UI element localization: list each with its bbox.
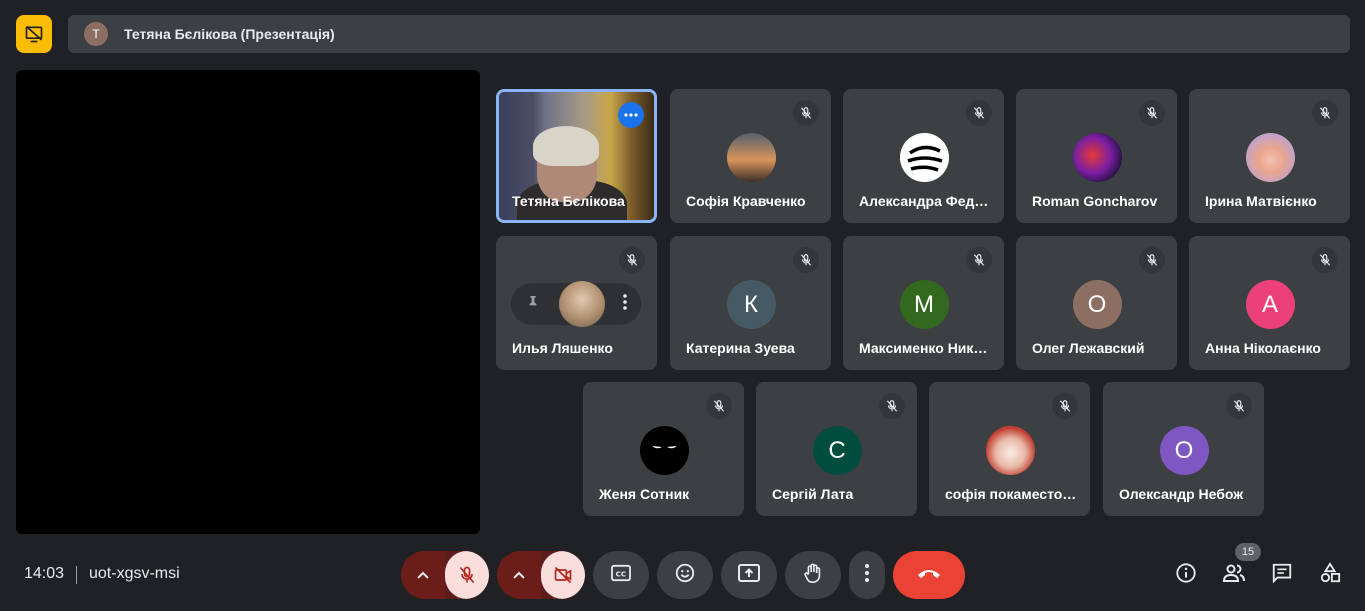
avatar [899,133,949,182]
emoji-reaction-button[interactable] [657,551,713,599]
avatar [985,426,1035,475]
avatar: О [1159,426,1209,475]
avatar: К [726,280,776,329]
participant-name: Женя Сотник [599,486,690,502]
activities-button[interactable] [1317,561,1343,589]
activities-icon [1319,561,1341,589]
present-screen-button[interactable] [721,551,777,599]
participant-name: Анна Ніколаєнко [1205,340,1321,356]
raise-hand-button[interactable] [785,551,841,599]
meeting-info-button[interactable] [1173,562,1199,588]
avatar: М [899,280,949,329]
participant-name: Ірина Матвієнко [1205,193,1317,209]
meeting-time: 14:03 [24,565,65,582]
avatar: T [84,22,108,46]
participant-name: Александра Фед… [859,193,989,209]
mic-off-icon [1052,393,1078,419]
camera-control [497,551,585,599]
mic-off-icon [966,100,992,126]
participant-tile[interactable]: Софія Кравченко [670,89,831,223]
participant-tile[interactable]: К Катерина Зуева [670,236,831,370]
mic-off-icon [1226,393,1252,419]
more-options-button[interactable] [849,551,885,599]
presenter-banner: T Тетяна Бєлікова (Презентація) [68,15,1350,53]
avatar: А [1245,280,1295,329]
mic-off-icon [706,393,732,419]
participant-tile[interactable]: Тетяна Бєлікова [496,89,657,223]
meet-window: T Тетяна Бєлікова (Презентація) Тетяна Б… [0,0,1365,611]
audio-options-button[interactable] [401,551,445,599]
participant-tile[interactable]: А Анна Ніколаєнко [1189,236,1350,370]
participant-name: Roman Goncharov [1032,193,1158,209]
mic-off-icon [1312,100,1338,126]
video-options-button[interactable] [497,551,541,599]
people-icon [1222,562,1246,589]
emoji-icon [674,562,696,589]
participant-name: Олександр Небож [1119,486,1244,502]
mic-off-icon [793,100,819,126]
participant-tile[interactable]: О Олег Лежавский [1016,236,1177,370]
tile-hover-controls [511,281,641,327]
svg-text:CC: CC [616,569,627,578]
avatar [726,133,776,182]
chat-button[interactable] [1269,562,1295,588]
participant-name: Илья Ляшенко [512,340,613,356]
participant-tile[interactable]: софія покаместо… [929,382,1090,516]
participant-count-badge: 15 [1235,543,1261,561]
participant-name: Тетяна Бєлікова [512,193,625,209]
video-off-icon[interactable] [541,551,585,599]
participant-tile[interactable]: Илья Ляшенко [496,236,657,370]
divider [76,566,77,584]
avatar: О [1072,280,1122,329]
mic-off-icon [619,247,645,273]
chat-icon [1271,562,1293,589]
presentation-stage [16,70,480,534]
participant-tile[interactable]: С Сергій Лата [756,382,917,516]
mic-off-icon [1312,247,1338,273]
present-screen-icon [737,563,761,588]
avatar: С [812,426,862,475]
microphone-control [401,551,489,599]
end-call-icon [916,566,942,584]
more-vert-icon [865,563,869,587]
presentation-status-icon[interactable] [16,15,52,53]
presenter-label: Тетяна Бєлікова (Презентація) [124,26,335,42]
participant-tile[interactable]: Александра Фед… [843,89,1004,223]
participant-tile[interactable]: О Олександр Небож [1103,382,1264,516]
mic-off-icon [966,247,992,273]
mic-off-icon [793,247,819,273]
participant-name: Максименко Ник… [859,340,988,356]
participant-tile[interactable]: М Максименко Ник… [843,236,1004,370]
avatar [1245,133,1295,182]
raise-hand-icon [802,561,824,590]
avatar [559,281,605,327]
more-options-icon[interactable] [618,102,644,128]
participant-tile[interactable]: Женя Сотник [583,382,744,516]
participant-tile[interactable]: Roman Goncharov [1016,89,1177,223]
participant-name: Катерина Зуева [686,340,795,356]
participant-name: софія покаместо… [945,486,1077,502]
avatar [1072,133,1122,182]
participant-tile[interactable]: Ірина Матвієнко [1189,89,1350,223]
mic-off-icon [1139,100,1165,126]
info-icon [1175,562,1197,589]
participant-name: Софія Кравченко [686,193,806,209]
mic-off-icon [1139,247,1165,273]
meeting-code: uot-xgsv-msi [89,565,180,582]
leave-call-button[interactable] [893,551,965,599]
people-button[interactable] [1221,562,1247,588]
participant-name: Сергій Лата [772,486,854,502]
mic-off-icon[interactable] [445,551,489,599]
captions-button[interactable]: CC [593,551,649,599]
captions-icon: CC [610,564,632,587]
pin-icon[interactable] [525,294,541,315]
participant-name: Олег Лежавский [1032,340,1145,356]
more-vert-icon[interactable] [623,293,627,315]
mic-off-icon [879,393,905,419]
avatar [639,426,689,475]
